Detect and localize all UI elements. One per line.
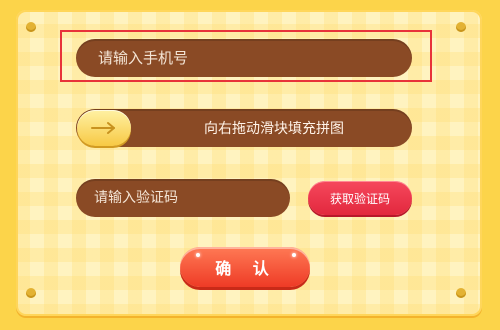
corner-rivet <box>456 288 466 298</box>
corner-rivet <box>26 288 36 298</box>
phone-field[interactable] <box>76 39 412 77</box>
corner-rivet <box>26 22 36 32</box>
slider-label: 向右拖动滑块填充拼图 <box>204 121 344 137</box>
get-code-button[interactable]: 获取验证码 <box>308 181 412 215</box>
slider-handle[interactable] <box>77 110 131 146</box>
sparkle-decoration <box>196 253 200 257</box>
sparkle-decoration <box>292 253 296 257</box>
phone-input[interactable] <box>96 48 412 68</box>
verification-code-input[interactable] <box>92 189 290 207</box>
corner-rivet <box>456 22 466 32</box>
slider-captcha[interactable]: 向右拖动滑块填充拼图 <box>76 109 412 147</box>
arrow-right-icon <box>91 122 115 134</box>
verification-code-field[interactable] <box>76 179 290 217</box>
